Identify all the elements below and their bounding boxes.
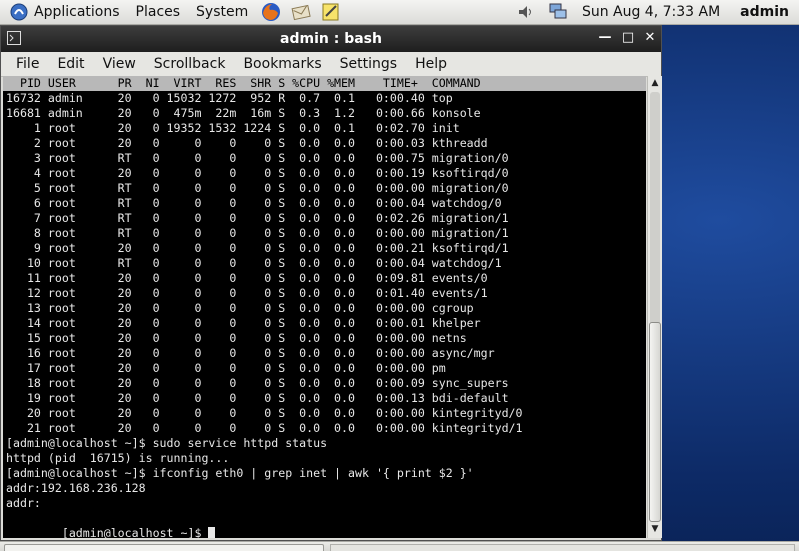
output-line: httpd (pid 16715) is running... (6, 451, 230, 465)
applications-menu[interactable]: Applications (0, 3, 128, 21)
menu-edit[interactable]: Edit (48, 56, 93, 72)
menu-bookmarks[interactable]: Bookmarks (234, 56, 330, 72)
process-row: 12 root 20 0 0 0 0 S 0.0 0.0 0:01.40 eve… (6, 286, 488, 300)
process-row: 10 root RT 0 0 0 0 S 0.0 0.0 0:00.04 wat… (6, 256, 502, 270)
maximize-icon[interactable]: □ (619, 29, 637, 47)
firefox-icon[interactable] (260, 1, 282, 23)
process-row: 2 root 20 0 0 0 0 S 0.0 0.0 0:00.03 kthr… (6, 136, 488, 150)
output-line: [admin@localhost ~]$ ifconfig eth0 | gre… (6, 466, 474, 480)
user-menu[interactable]: admin (732, 4, 799, 20)
output-line: addr: (6, 496, 41, 510)
process-row: 16681 admin 20 0 475m 22m 16m S 0.3 1.2 … (6, 106, 481, 120)
process-row: 21 root 20 0 0 0 0 S 0.0 0.0 0:00.00 kin… (6, 421, 523, 435)
places-menu[interactable]: Places (128, 4, 189, 20)
scroll-thumb[interactable] (649, 322, 661, 522)
process-row: 17 root 20 0 0 0 0 S 0.0 0.0 0:00.00 pm (6, 361, 446, 375)
terminal-output[interactable]: PID USER PR NI VIRT RES SHR S %CPU %MEM … (3, 76, 646, 538)
terminal-icon[interactable] (7, 31, 21, 45)
menu-view[interactable]: View (94, 56, 145, 72)
scroll-up-icon[interactable]: ▲ (648, 76, 662, 90)
process-row: 4 root 20 0 0 0 0 S 0.0 0.0 0:00.19 ksof… (6, 166, 509, 180)
menu-file[interactable]: File (1, 56, 48, 72)
email-icon[interactable] (290, 1, 312, 23)
menu-settings[interactable]: Settings (331, 56, 406, 72)
volume-icon[interactable] (515, 2, 537, 22)
menu-help[interactable]: Help (406, 56, 456, 72)
process-row: 6 root RT 0 0 0 0 S 0.0 0.0 0:00.04 watc… (6, 196, 502, 210)
process-row: 8 root RT 0 0 0 0 S 0.0 0.0 0:00.00 migr… (6, 226, 509, 240)
text-cursor (208, 527, 216, 538)
terminal-window: admin : bash — □ ✕ File Edit View Scroll… (0, 25, 662, 541)
process-row: 16732 admin 20 0 15032 1272 952 R 0.7 0.… (6, 91, 453, 105)
process-row: 9 root 20 0 0 0 0 S 0.0 0.0 0:00.21 ksof… (6, 241, 509, 255)
applications-icon (10, 3, 28, 21)
notes-icon[interactable] (320, 1, 342, 23)
process-row: 20 root 20 0 0 0 0 S 0.0 0.0 0:00.00 kin… (6, 406, 523, 420)
process-row: 3 root RT 0 0 0 0 S 0.0 0.0 0:00.75 migr… (6, 151, 509, 165)
process-row: 11 root 20 0 0 0 0 S 0.0 0.0 0:09.81 eve… (6, 271, 488, 285)
top-panel: Applications Places System Sun Aug 4, 7:… (0, 0, 799, 25)
shell-prompt: [admin@localhost ~]$ (61, 526, 209, 538)
window-menubar: File Edit View Scrollback Bookmarks Sett… (1, 52, 661, 77)
process-row: 5 root RT 0 0 0 0 S 0.0 0.0 0:00.00 migr… (6, 181, 509, 195)
window-titlebar[interactable]: admin : bash — □ ✕ (1, 26, 661, 52)
process-row: 13 root 20 0 0 0 0 S 0.0 0.0 0:00.00 cgr… (6, 301, 474, 315)
close-icon[interactable]: ✕ (641, 29, 659, 47)
menu-scrollback[interactable]: Scrollback (145, 56, 235, 72)
system-menu[interactable]: System (188, 4, 256, 20)
network-icon[interactable] (547, 2, 569, 22)
process-row: 18 root 20 0 0 0 0 S 0.0 0.0 0:00.09 syn… (6, 376, 509, 390)
process-row: 15 root 20 0 0 0 0 S 0.0 0.0 0:00.00 net… (6, 331, 467, 345)
scroll-down-icon[interactable]: ▼ (648, 522, 662, 536)
minimize-icon[interactable]: — (596, 29, 614, 47)
clock[interactable]: Sun Aug 4, 7:33 AM (574, 4, 732, 20)
process-row: 19 root 20 0 0 0 0 S 0.0 0.0 0:00.13 bdi… (6, 391, 509, 405)
window-title: admin : bash (280, 31, 382, 47)
process-row: 14 root 20 0 0 0 0 S 0.0 0.0 0:00.01 khe… (6, 316, 481, 330)
process-row: 7 root RT 0 0 0 0 S 0.0 0.0 0:02.26 migr… (6, 211, 509, 225)
output-line: [admin@localhost ~]$ sudo service httpd … (6, 436, 328, 450)
process-row: 16 root 20 0 0 0 0 S 0.0 0.0 0:00.00 asy… (6, 346, 495, 360)
terminal-scrollbar[interactable]: ▲ ▼ (647, 76, 662, 538)
top-header-row: PID USER PR NI VIRT RES SHR S %CPU %MEM … (3, 76, 646, 91)
output-line: addr:192.168.236.128 (6, 481, 146, 495)
process-row: 1 root 20 0 19352 1532 1224 S 0.0 0.1 0:… (6, 121, 460, 135)
terminal-area: PID USER PR NI VIRT RES SHR S %CPU %MEM … (1, 76, 662, 538)
applications-label: Applications (34, 4, 120, 20)
prompt-line[interactable]: [admin@localhost ~]$ (6, 511, 216, 538)
